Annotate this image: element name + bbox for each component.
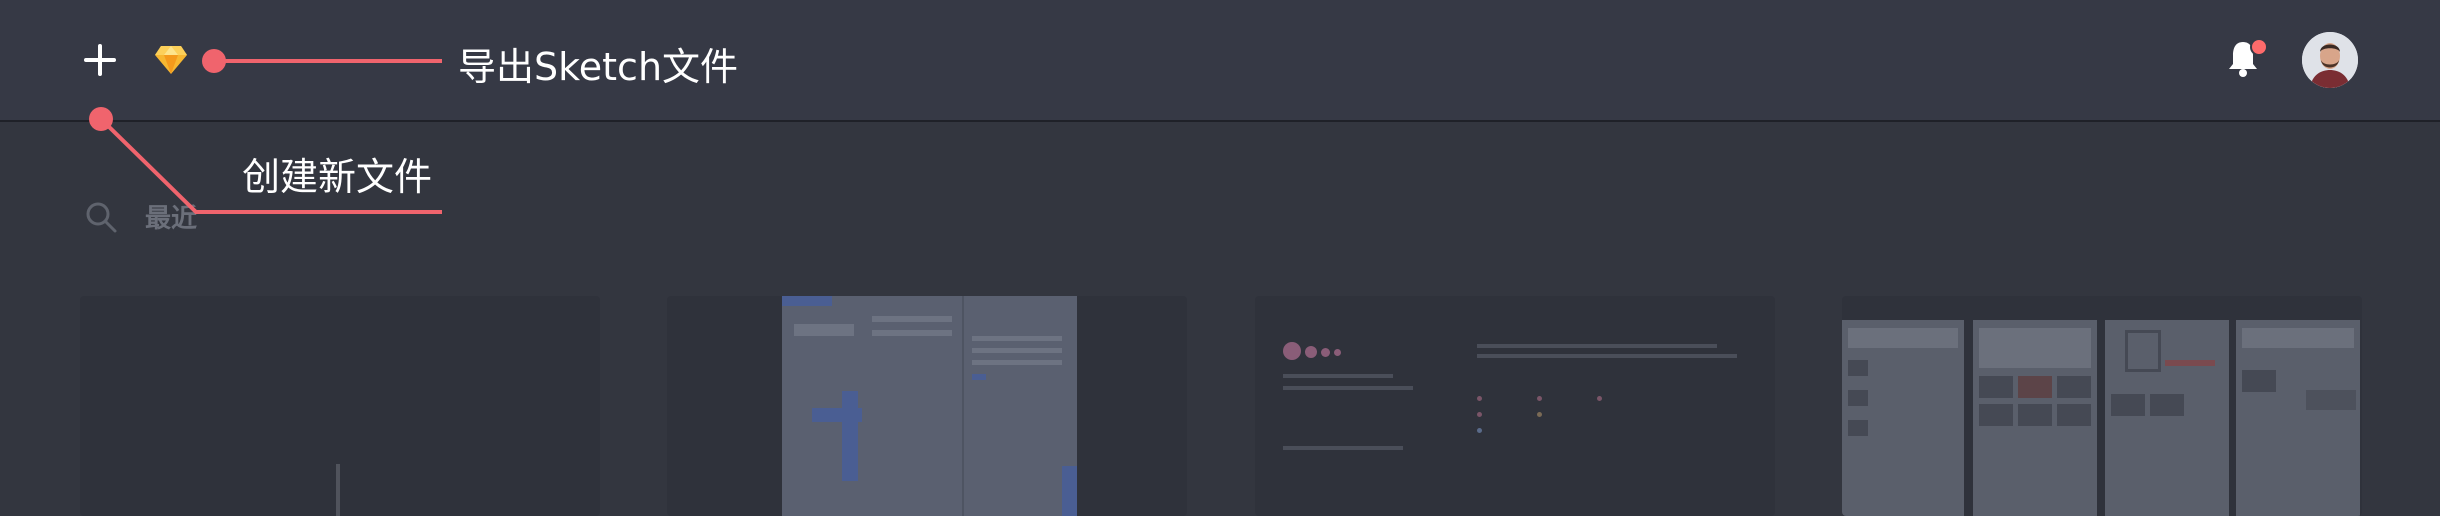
top-bar — [0, 0, 2440, 122]
plus-icon[interactable] — [80, 40, 120, 80]
avatar[interactable] — [2302, 32, 2358, 88]
create-new-file-annotation: 创建新文件 — [242, 155, 433, 199]
recent-label: 最近 — [145, 204, 198, 234]
file-thumbnail — [782, 296, 1077, 516]
file-card[interactable] — [80, 296, 600, 516]
file-card[interactable] — [667, 296, 1187, 516]
file-card[interactable] — [1842, 296, 2362, 516]
file-card[interactable] — [1255, 296, 1775, 516]
file-thumbnail — [1842, 320, 2362, 516]
file-thumbnail — [1255, 296, 1775, 516]
export-sketch-annotation: 导出Sketch文件 — [458, 45, 739, 89]
sketch-diamond-icon[interactable] — [154, 44, 188, 76]
notification-badge — [2250, 38, 2268, 56]
search-icon[interactable] — [84, 200, 118, 234]
file-thumbnail — [336, 464, 340, 516]
